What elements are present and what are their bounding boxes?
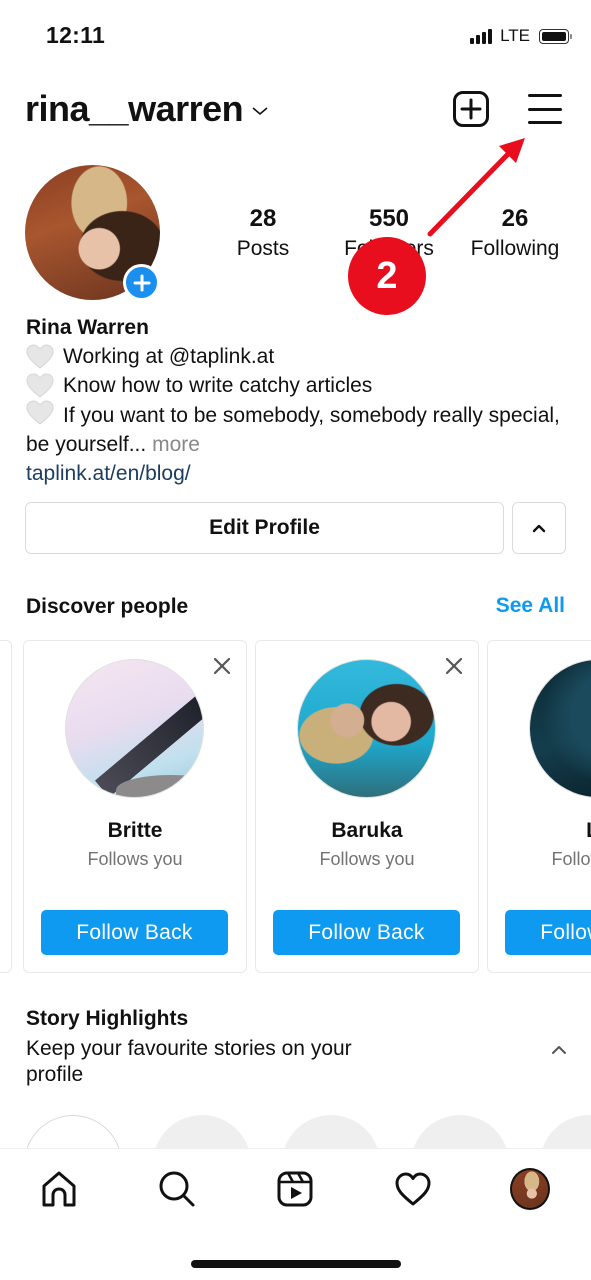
annotation-step-badge: 2 [348, 237, 426, 315]
close-icon[interactable] [212, 656, 232, 676]
stat-following[interactable]: 26 Following [455, 204, 575, 264]
plus-icon [133, 274, 150, 291]
hamburger-menu-icon[interactable] [528, 94, 564, 124]
suggestion-card: Britte Follows you Follow Back [23, 640, 247, 973]
suggestion-avatar[interactable] [297, 659, 436, 798]
chevron-up-icon[interactable] [548, 1042, 570, 1058]
edit-profile-button[interactable]: Edit Profile [25, 502, 504, 554]
white-heart-icon [26, 400, 54, 425]
nav-reels[interactable] [275, 1169, 315, 1209]
account-switcher[interactable]: rina__warren [25, 88, 269, 130]
status-indicators: LTE [470, 26, 572, 46]
plus-icon [460, 98, 482, 120]
suggestion-name: Baruka [331, 819, 403, 842]
more-link[interactable]: more [152, 433, 200, 456]
display-name: Rina Warren [26, 316, 149, 339]
nav-home[interactable] [39, 1169, 79, 1209]
bio-text: Working at @taplink.at [63, 345, 275, 368]
close-icon[interactable] [444, 656, 464, 676]
suggestion-subtitle: Follows you [319, 849, 415, 869]
bio-text: If you want to be somebody, somebody rea… [26, 404, 560, 456]
chevron-up-icon [532, 524, 546, 533]
profile-avatar-icon [510, 1168, 550, 1210]
cellular-signal-icon [470, 28, 493, 44]
chevron-down-icon [252, 107, 268, 116]
stat-posts[interactable]: 28 Posts [203, 204, 323, 264]
profile-bio: Rina Warren Working at @taplink.at Know … [26, 313, 571, 488]
suggestions-toggle-button[interactable] [512, 502, 566, 554]
white-heart-icon [26, 372, 54, 398]
bio-line: If you want to be somebody, somebody rea… [26, 400, 571, 459]
following-count: 26 [501, 205, 529, 232]
story-highlights-title: Story Highlights [26, 1007, 189, 1030]
status-time: 12:11 [46, 22, 106, 48]
discover-people-title: Discover people [26, 595, 189, 618]
heart-icon [395, 1172, 431, 1206]
status-bar: 12:11 LTE [0, 0, 591, 72]
see-all-link[interactable]: See All [496, 594, 565, 618]
search-icon [159, 1171, 195, 1207]
suggestion-subtitle: Follows you [551, 849, 591, 869]
website-link[interactable]: taplink.at/en/blog/ [26, 462, 191, 485]
posts-count: 28 [249, 205, 277, 232]
bio-line: Know how to write catchy articles [26, 371, 571, 400]
bio-line: Working at @taplink.at [26, 342, 571, 371]
suggestion-card: Baruka Follows you Follow Back [255, 640, 479, 973]
suggestion-avatar[interactable] [529, 659, 591, 798]
discover-carousel[interactable]: Britte Follows you Follow Back Baruka Fo… [0, 640, 591, 974]
new-post-button[interactable] [453, 91, 489, 127]
suggestion-card [0, 640, 12, 973]
username: rina__warren [25, 88, 244, 129]
profile-header: rina__warren [0, 82, 591, 138]
network-type: LTE [500, 26, 530, 45]
suggestion-avatar[interactable] [65, 659, 204, 798]
white-heart-icon [26, 343, 54, 369]
follow-back-button[interactable]: Follow Back [505, 910, 591, 955]
bio-text: Know how to write catchy articles [63, 374, 373, 397]
story-highlights-subtitle: Keep your favourite stories on your prof… [26, 1037, 352, 1086]
suggestion-name: Lo [488, 819, 591, 843]
reels-icon [277, 1171, 313, 1207]
suggestion-card: Lo Follows you Follow Back [487, 640, 591, 973]
nav-search[interactable] [157, 1169, 197, 1209]
add-story-button[interactable] [123, 264, 160, 301]
nav-activity[interactable] [393, 1169, 433, 1209]
follow-back-button[interactable]: Follow Back [41, 910, 228, 955]
nav-profile[interactable] [510, 1168, 550, 1210]
home-indicator[interactable] [191, 1260, 401, 1268]
suggestion-name: Britte [107, 819, 163, 842]
battery-icon [539, 28, 572, 44]
home-icon [42, 1171, 76, 1207]
suggestion-subtitle: Follows you [87, 849, 183, 869]
follow-back-button[interactable]: Follow Back [273, 910, 460, 955]
posts-label: Posts [236, 237, 290, 260]
followers-count: 550 [368, 205, 410, 232]
following-label: Following [470, 237, 560, 260]
